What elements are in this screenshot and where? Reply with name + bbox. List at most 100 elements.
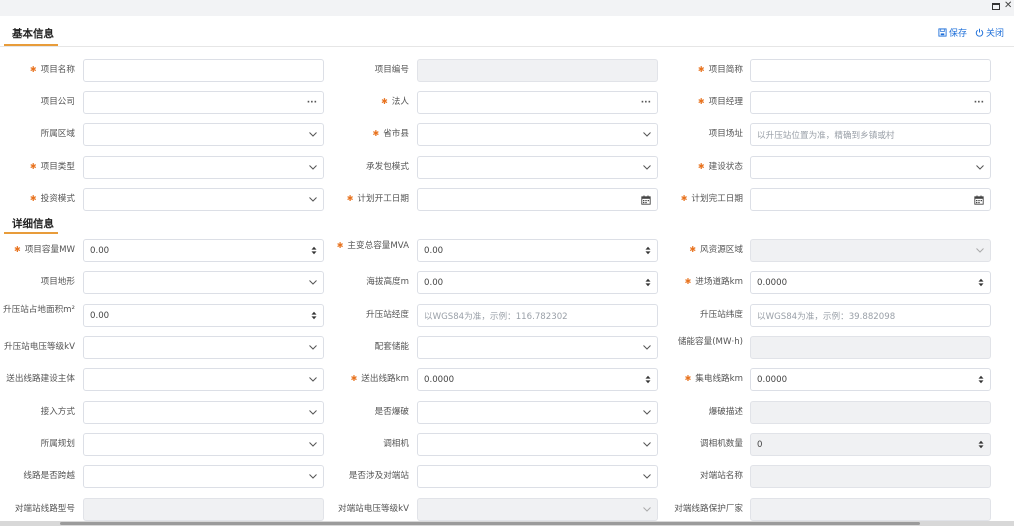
more-icon[interactable]: ···: [641, 92, 651, 113]
text-field[interactable]: [750, 59, 991, 82]
horizontal-scrollbar[interactable]: [0, 521, 1014, 526]
select-field[interactable]: [83, 188, 324, 211]
chevron-down-icon[interactable]: [309, 369, 317, 390]
field-label-text: 对端站线路型号: [14, 504, 75, 514]
select-field[interactable]: [83, 156, 324, 179]
select-field[interactable]: [83, 433, 324, 456]
stepper-icon[interactable]: [311, 305, 317, 326]
chevron-down-icon[interactable]: [309, 337, 317, 358]
chevron-down-icon[interactable]: [643, 402, 651, 423]
chevron-down-icon[interactable]: [643, 337, 651, 358]
number-field[interactable]: 0.0000: [750, 271, 991, 294]
disabled-field: [417, 59, 658, 82]
required-asterisk: ✱: [697, 65, 705, 74]
save-button[interactable]: 保存: [938, 26, 967, 39]
number-field: 0: [750, 433, 991, 456]
chevron-down-icon[interactable]: [309, 157, 317, 178]
scrollbar-thumb[interactable]: [60, 522, 920, 525]
required-asterisk: ✱: [350, 374, 358, 383]
field-label-text: 建设状态: [708, 162, 743, 172]
number-field[interactable]: 0.00: [83, 304, 324, 327]
field-label: 升压站电压等级kV: [2, 342, 75, 352]
field-label-text: 计划开工日期: [357, 194, 409, 204]
field-label: ✱ 项目简称: [670, 65, 743, 75]
field-value: 0.00: [424, 245, 444, 256]
save-label: 保存: [948, 29, 967, 39]
required-asterisk: ✱: [689, 245, 697, 254]
chevron-down-icon[interactable]: [309, 189, 317, 210]
select-field[interactable]: [83, 336, 324, 359]
window-title-bar: ✕: [0, 0, 1014, 16]
select-field[interactable]: [83, 368, 324, 391]
number-field[interactable]: 0.00: [417, 239, 658, 262]
stepper-icon[interactable]: [978, 369, 984, 390]
select-field[interactable]: [417, 156, 658, 179]
text-field[interactable]: 以WGS84为准，示例：39.882098: [750, 304, 991, 327]
field-label-text: 线路是否跨越: [23, 471, 75, 481]
chevron-down-icon[interactable]: [309, 466, 317, 487]
lookup-field[interactable]: ···: [417, 91, 658, 114]
stepper-icon[interactable]: [645, 369, 651, 390]
number-field[interactable]: 0.00: [417, 271, 658, 294]
date-field[interactable]: [750, 188, 991, 211]
select-field[interactable]: [417, 433, 658, 456]
disabled-field: [750, 465, 991, 488]
text-field[interactable]: 以WGS84为准，示例：116.782302: [417, 304, 658, 327]
stepper-icon[interactable]: [645, 272, 651, 293]
field-value: 0.00: [90, 245, 110, 256]
field-label-text: 接入方式: [40, 407, 75, 417]
number-field[interactable]: 0.0000: [750, 368, 991, 391]
required-asterisk: ✱: [29, 65, 37, 74]
chevron-down-icon[interactable]: [643, 157, 651, 178]
chevron-down-icon[interactable]: [309, 434, 317, 455]
more-icon[interactable]: ···: [974, 92, 984, 113]
field-label-text: 升压站电压等级kV: [3, 342, 75, 352]
chevron-down-icon[interactable]: [309, 124, 317, 145]
field-label-text: 升压站纬度: [700, 310, 743, 320]
select-field[interactable]: [83, 271, 324, 294]
field-label: ✱ 主变总容量MVA: [336, 241, 409, 251]
chevron-down-icon[interactable]: [643, 466, 651, 487]
more-icon[interactable]: ···: [307, 92, 317, 113]
field-label-text: 项目场址: [708, 129, 743, 139]
field-label: ✱ 计划开工日期: [336, 194, 409, 204]
select-field[interactable]: [750, 156, 991, 179]
stepper-icon[interactable]: [645, 240, 651, 261]
select-field[interactable]: [417, 465, 658, 488]
calendar-icon[interactable]: [974, 189, 984, 210]
chevron-down-icon[interactable]: [309, 402, 317, 423]
number-field[interactable]: 0.0000: [417, 368, 658, 391]
chevron-down-icon[interactable]: [976, 157, 984, 178]
text-field[interactable]: 以升压站位置为准，精确到乡镇或村: [750, 123, 991, 146]
select-field[interactable]: [417, 123, 658, 146]
lookup-field[interactable]: ···: [83, 91, 324, 114]
maximize-icon[interactable]: [992, 3, 1000, 10]
field-label-text: 计划完工日期: [691, 194, 743, 204]
stepper-icon: [978, 434, 984, 455]
field-label: ✱ 项目名称: [2, 65, 75, 75]
number-field[interactable]: 0.00: [83, 239, 324, 262]
text-field[interactable]: [83, 59, 324, 82]
field-label: 爆破描述: [670, 407, 743, 417]
close-window-icon[interactable]: ✕: [1004, 0, 1012, 12]
close-button[interactable]: 关闭: [975, 26, 1004, 39]
date-field[interactable]: [417, 188, 658, 211]
select-field[interactable]: [417, 336, 658, 359]
chevron-down-icon[interactable]: [643, 124, 651, 145]
stepper-icon[interactable]: [978, 272, 984, 293]
chevron-down-icon[interactable]: [309, 272, 317, 293]
lookup-field[interactable]: ···: [750, 91, 991, 114]
field-label-text: 调相机: [383, 439, 409, 449]
save-icon: [938, 28, 947, 37]
chevron-down-icon[interactable]: [643, 434, 651, 455]
calendar-icon[interactable]: [641, 189, 651, 210]
field-label-text: 法人: [391, 97, 409, 107]
select-field[interactable]: [83, 401, 324, 424]
field-label: ✱ 项目容量MW: [2, 245, 75, 255]
select-field[interactable]: [83, 465, 324, 488]
field-label-text: 风资源区域: [700, 245, 743, 255]
stepper-icon[interactable]: [311, 240, 317, 261]
select-field[interactable]: [417, 401, 658, 424]
select-field[interactable]: [83, 123, 324, 146]
field-label: 调相机: [336, 439, 409, 449]
